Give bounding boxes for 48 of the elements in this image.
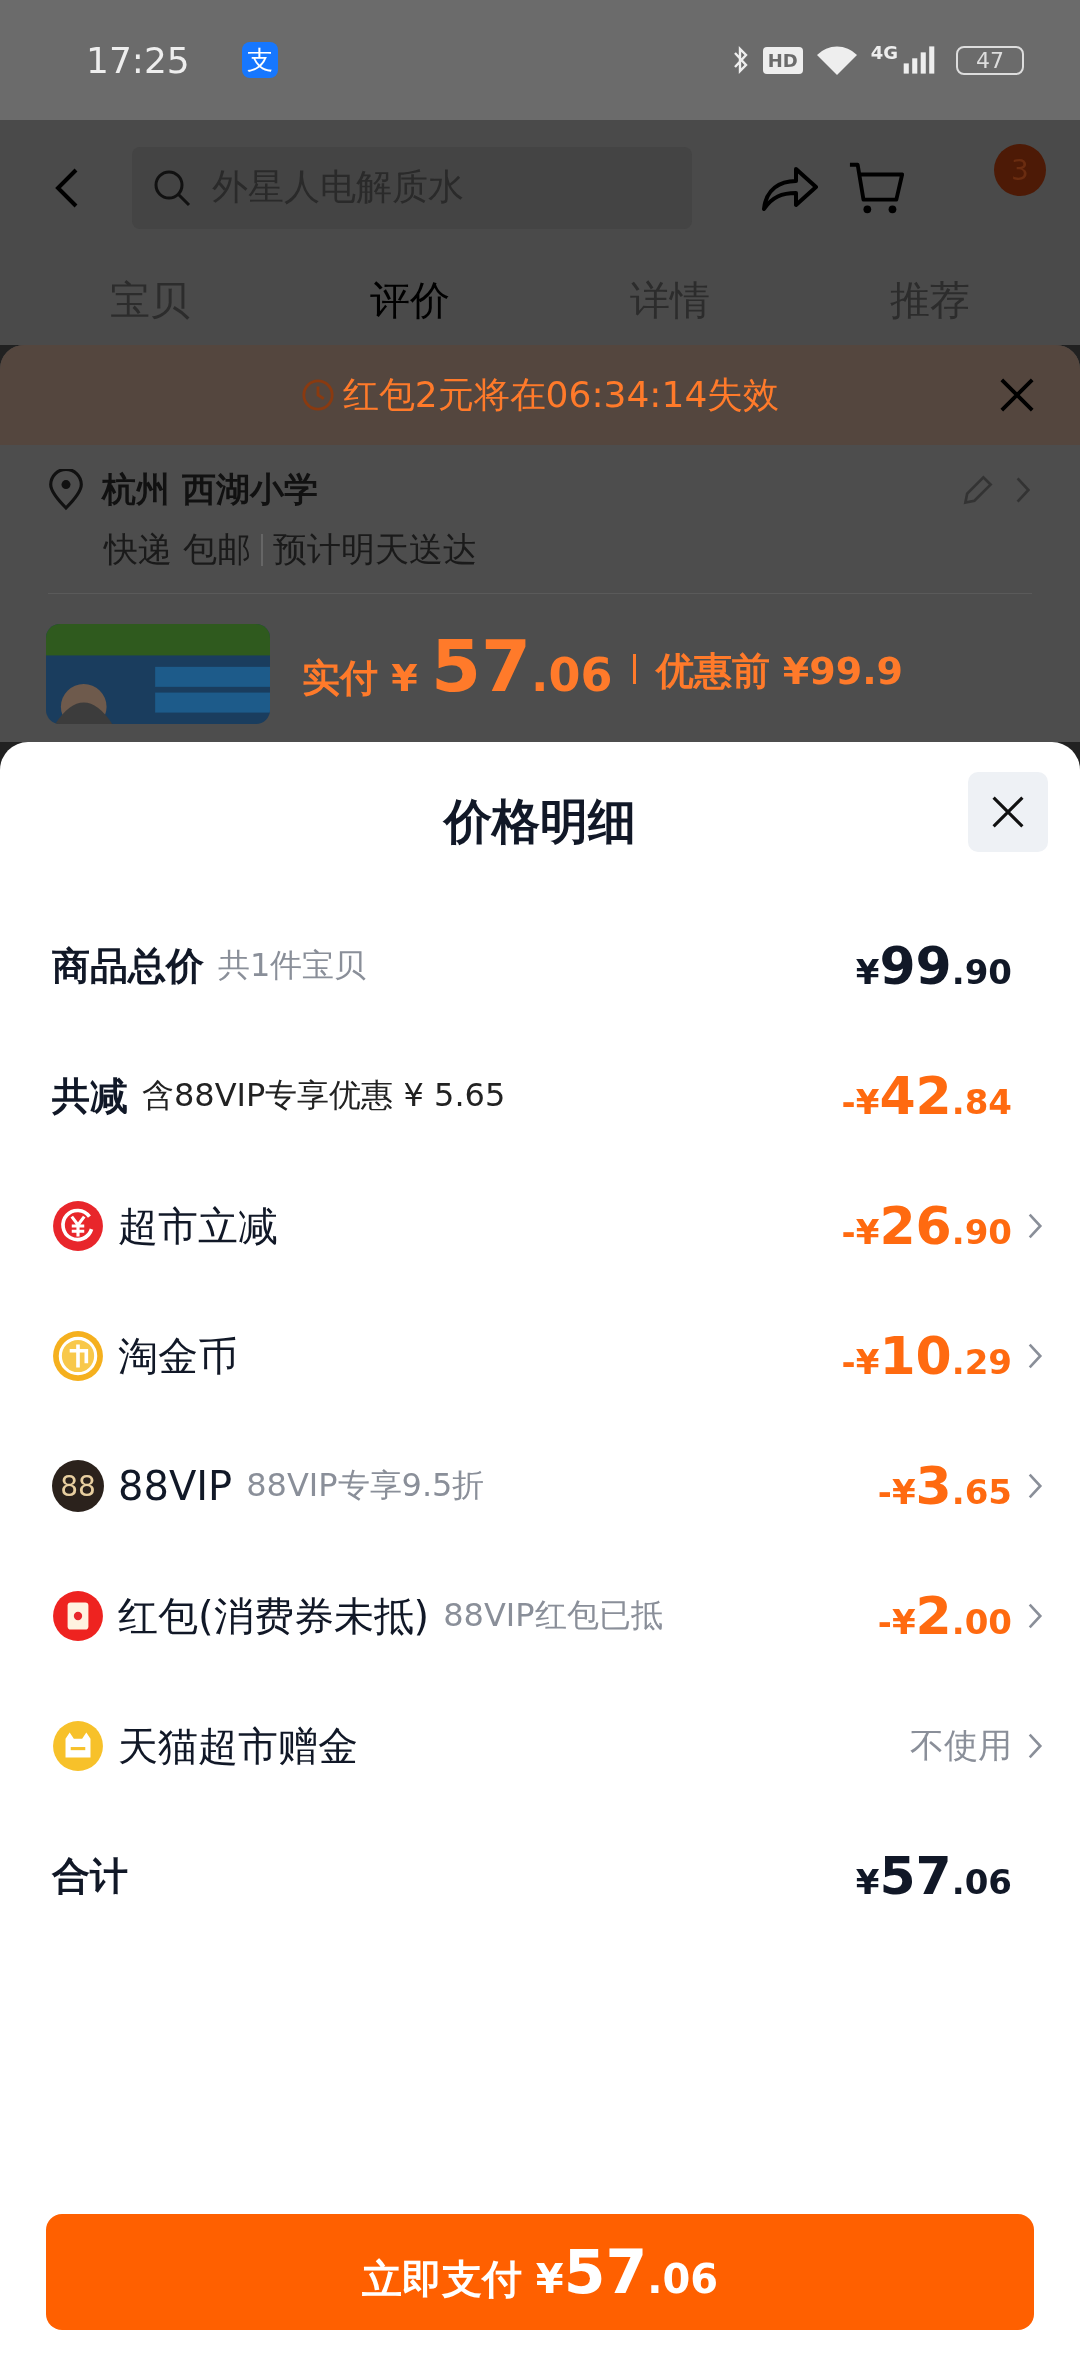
row-label: 红包(消费券未抵)	[118, 1591, 430, 1641]
address-title: 杭州 西湖小学	[102, 468, 318, 511]
vip-badge-icon: 88	[52, 1460, 104, 1512]
tab[interactable]: 评价	[370, 272, 450, 328]
expiry-text: 红包2元将在06:34:14失效	[342, 372, 780, 417]
row-note: 88VIP红包已抵	[443, 1595, 663, 1636]
row-label: 超市立减	[118, 1201, 278, 1251]
sheet-title: 价格明细	[444, 791, 636, 851]
envelope-icon	[52, 1590, 104, 1642]
row-amount: -¥3.65	[877, 1456, 1012, 1516]
chevron-right-icon[interactable]	[1026, 1471, 1044, 1501]
original-price: 优惠前 ¥99.9	[655, 648, 904, 695]
row-note: 共1件宝贝	[218, 945, 367, 986]
network-label: 4G	[870, 42, 898, 63]
paid-price: 实付 ¥ 57.06	[302, 624, 613, 708]
row-label: 淘金币	[118, 1331, 238, 1381]
row-amount: ¥57.06	[855, 1846, 1012, 1906]
row-note: 含88VIP专享优惠 ¥ 5.65	[142, 1075, 506, 1116]
chevron-right-icon[interactable]	[1026, 1211, 1044, 1241]
row-label: 合计	[52, 1852, 128, 1900]
chevron-right-icon[interactable]	[1026, 1341, 1044, 1371]
app-notification-icon: 支	[241, 42, 278, 78]
row-amount: -¥26.90	[841, 1196, 1012, 1256]
location-pin-icon	[48, 469, 84, 511]
chevron-right-icon[interactable]	[1026, 1601, 1044, 1631]
clock-icon	[300, 378, 335, 412]
battery-indicator: 47	[956, 45, 1024, 75]
signal-icon	[902, 44, 936, 76]
close-button[interactable]	[968, 772, 1048, 852]
chevron-right-icon[interactable]	[1026, 1731, 1044, 1761]
row-label: 天猫超市赠金	[118, 1721, 358, 1771]
close-icon[interactable]	[998, 376, 1036, 414]
row-amount: -¥2.00	[877, 1586, 1012, 1646]
row-value: 不使用	[910, 1724, 1012, 1767]
row-label: 商品总价	[52, 942, 204, 990]
gift-card-icon	[52, 1720, 104, 1772]
row-label: 共减	[52, 1072, 128, 1120]
row-label: 88VIP	[118, 1463, 233, 1509]
row-amount: -¥42.84	[841, 1066, 1012, 1126]
status-time: 17:25	[86, 39, 190, 81]
discount-icon	[52, 1200, 104, 1252]
coin-icon	[52, 1330, 104, 1382]
row-note: 88VIP专享9.5折	[246, 1465, 485, 1506]
pay-button[interactable]: 立即支付 ¥57.06	[46, 2214, 1034, 2330]
row-amount: ¥99.90	[855, 936, 1012, 996]
close-icon	[990, 794, 1026, 830]
row-amount: -¥10.29	[841, 1326, 1012, 1386]
hd-badge: HD	[762, 46, 803, 74]
